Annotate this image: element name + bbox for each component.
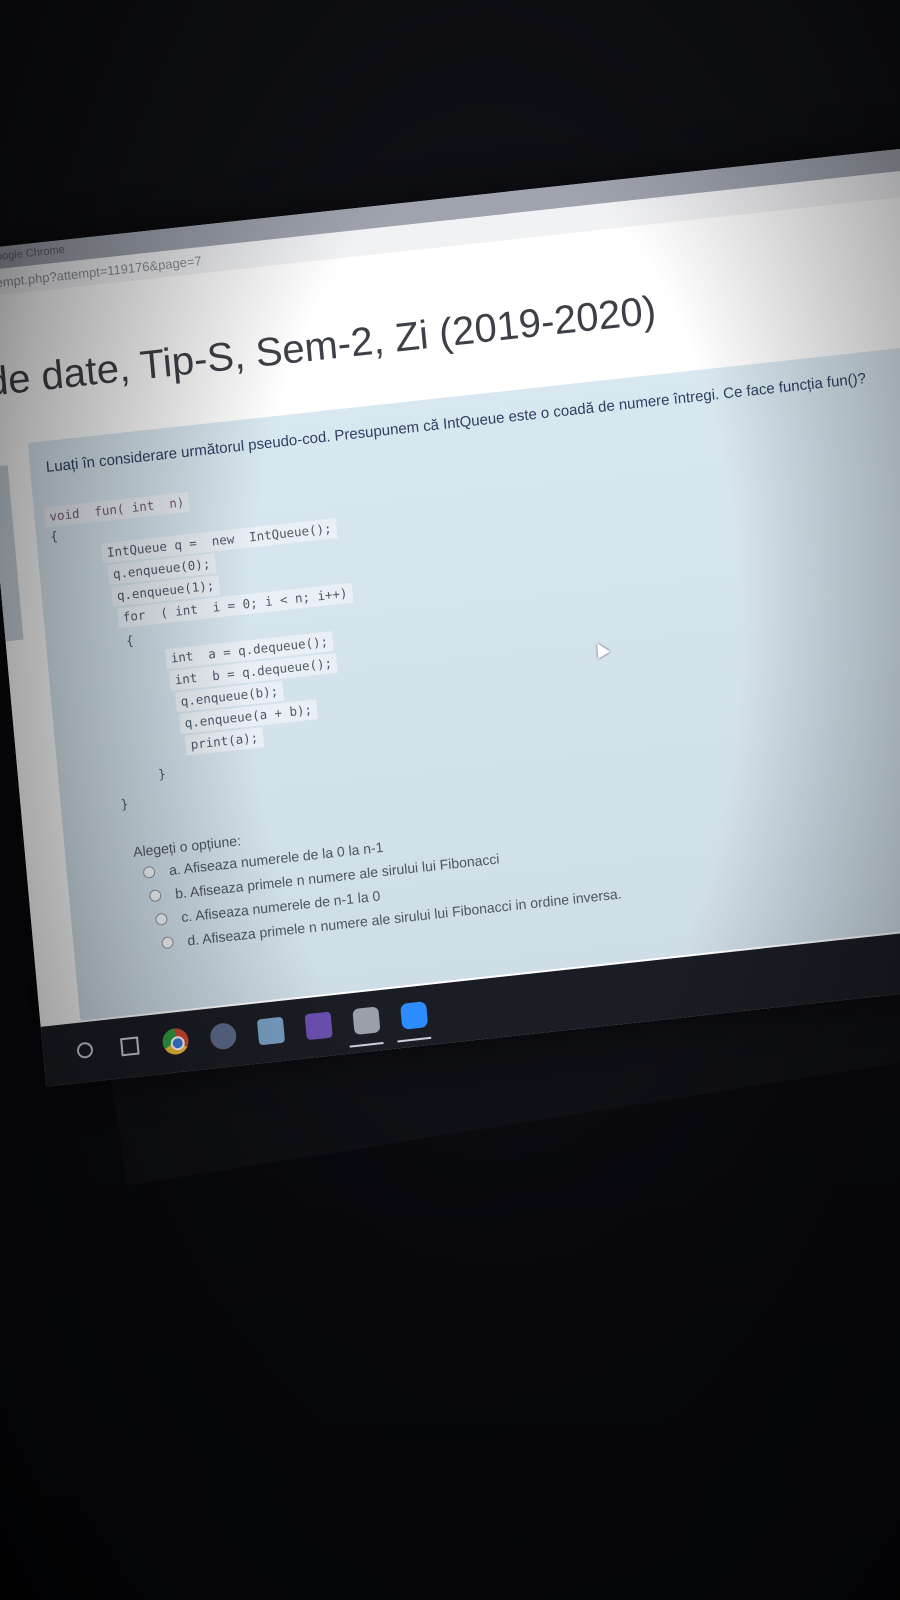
code-line: void fun( int n) — [43, 491, 196, 528]
zoom-icon[interactable] — [400, 1001, 429, 1030]
code-line: } — [120, 794, 129, 815]
code-line: { — [125, 631, 134, 652]
code-line: { — [49, 526, 59, 547]
question-box: Luați în considerare următorul pseudo-co… — [27, 339, 900, 1021]
edge-icon[interactable] — [209, 1021, 238, 1051]
radio-button[interactable] — [142, 865, 156, 879]
code-line: } — [157, 764, 167, 785]
code-text: { — [49, 528, 59, 544]
active-app-indicator — [397, 1036, 432, 1043]
radio-button[interactable] — [161, 936, 175, 950]
window-title: - Google Chrome — [0, 243, 66, 265]
visual-studio-icon[interactable] — [304, 1011, 333, 1041]
active-app-indicator — [349, 1041, 384, 1048]
code-text: void fun( int n) — [43, 491, 191, 528]
quiz-page: de date, Tip-S, Sem-2, Zi (2019-2020) Lu… — [0, 189, 900, 1027]
radio-button[interactable] — [148, 889, 162, 903]
code-text: { — [125, 632, 135, 649]
code-line: IntQueue q = new IntQueue(); — [101, 517, 343, 564]
sidebar-info-block — [0, 465, 24, 642]
monitor-screen: - Google Chrome attempt.php?attempt=1191… — [0, 142, 900, 1087]
radio-button[interactable] — [154, 912, 168, 926]
photo: - Google Chrome attempt.php?attempt=1191… — [0, 0, 900, 1600]
chrome-profile-icon[interactable] — [352, 1006, 381, 1036]
task-view-icon[interactable] — [120, 1036, 140, 1057]
search-icon[interactable] — [76, 1041, 94, 1060]
code-text: } — [157, 765, 167, 782]
chrome-icon[interactable] — [161, 1027, 190, 1056]
mouse-cursor-icon — [591, 639, 611, 659]
code-text: } — [120, 796, 130, 812]
file-explorer-icon[interactable] — [256, 1016, 286, 1046]
screen-wrap: - Google Chrome attempt.php?attempt=1191… — [0, 0, 900, 1600]
